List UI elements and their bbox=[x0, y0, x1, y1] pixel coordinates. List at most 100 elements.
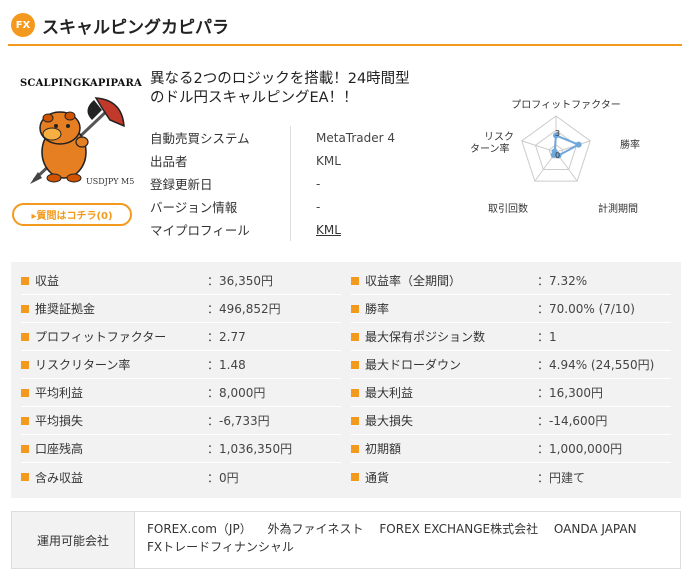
radar-grid bbox=[521, 115, 591, 182]
broker-name: FOREX EXCHANGE株式会社 bbox=[379, 522, 539, 536]
info-divider bbox=[290, 218, 291, 241]
stat-value: ：7.32% bbox=[537, 274, 588, 288]
stat-value: ：4.94% (24,550円) bbox=[537, 358, 655, 372]
info-row-seller: 出品者 KML bbox=[150, 149, 450, 172]
currency-pair-label: USDJPY M5 bbox=[86, 177, 135, 186]
stat-label: 通貨 bbox=[365, 470, 390, 485]
info-label: マイプロフィール bbox=[150, 223, 250, 238]
radar-label-risk-return-1: リスク bbox=[484, 131, 514, 143]
stat-label: 収益 bbox=[35, 274, 60, 288]
stat-row: 推奨証拠金 ：496,852円 bbox=[21, 295, 341, 323]
stat-value: ：1,036,350円 bbox=[207, 442, 293, 456]
stat-label: 最大ドローダウン bbox=[365, 358, 462, 372]
bullet-icon bbox=[351, 360, 359, 369]
stat-row: 勝率 ：70.00% (7/10) bbox=[351, 295, 671, 323]
info-value: - bbox=[316, 176, 321, 191]
fx-badge-icon: FX bbox=[11, 13, 35, 37]
info-divider bbox=[290, 172, 291, 195]
stat-row: プロフィットファクター ：2.77 bbox=[21, 323, 341, 351]
question-button[interactable]: ▸質問はコチラ(0) bbox=[12, 203, 132, 226]
stat-row: 含み収益 ：0円 bbox=[21, 463, 341, 491]
bullet-icon bbox=[351, 276, 359, 285]
info-label: 出品者 bbox=[150, 154, 188, 169]
product-logo-text: SCALPINGKAPIPARA bbox=[20, 78, 142, 89]
bullet-icon bbox=[21, 332, 29, 341]
info-value: MetaTrader 4 bbox=[316, 130, 396, 145]
bullet-icon bbox=[21, 360, 29, 369]
bullet-icon bbox=[21, 304, 29, 313]
stat-value: ：1.48 bbox=[207, 358, 246, 372]
stat-label: 勝率 bbox=[365, 302, 390, 316]
stats-column-left: 収益 ：36,350円 推奨証拠金 ：496,852円 プロフィットファクター ：2.… bbox=[21, 267, 341, 498]
capybara-mascot-icon bbox=[30, 97, 125, 184]
info-label: 自動売買システム bbox=[150, 131, 250, 146]
stat-row: 最大損失 ：-14,600円 bbox=[351, 407, 671, 435]
stat-value: ：円建て bbox=[537, 470, 586, 485]
stat-label: 推奨証拠金 bbox=[35, 302, 96, 316]
bullet-icon bbox=[351, 444, 359, 453]
stat-row: 最大ドローダウン ：4.94% (24,550円) bbox=[351, 351, 671, 379]
bullet-icon bbox=[351, 473, 359, 481]
stat-label: 平均利益 bbox=[35, 386, 84, 400]
info-divider bbox=[290, 149, 291, 172]
bullet-icon bbox=[351, 304, 359, 313]
profile-link[interactable]: KML bbox=[316, 223, 341, 237]
product-card: SCALPINGKAPIPARA USDJPY M5 ▸質問はコチラ(0) bbox=[12, 64, 142, 226]
stat-value: ：16,300円 bbox=[537, 386, 603, 400]
stat-value: ：496,852円 bbox=[207, 302, 281, 316]
page-header: FX スキャルピングカピパラ bbox=[8, 6, 682, 46]
info-divider bbox=[290, 126, 291, 149]
broker-name: OANDA JAPAN bbox=[553, 522, 637, 536]
bullet-icon bbox=[21, 473, 29, 481]
stat-value: ：36,350円 bbox=[207, 274, 273, 288]
stat-label: 含み収益 bbox=[35, 470, 84, 485]
radar-label-win-rate: 勝率 bbox=[620, 138, 640, 151]
info-divider bbox=[290, 195, 291, 218]
radar-chart: プロフィットファクター 勝率 計測期間 取引回数 リスク ターン率 3 0 bbox=[470, 99, 640, 215]
info-label: バージョン情報 bbox=[150, 200, 238, 215]
stat-label: 最大損失 bbox=[365, 414, 414, 428]
brokers-list: FOREX.com（JP） 外為ファイネスト FOREX EXCHANGE株式会… bbox=[135, 512, 649, 568]
broker-name: FOREX.com（JP） bbox=[147, 522, 252, 536]
bullet-icon bbox=[351, 416, 359, 425]
brokers-label: 運用可能会社 bbox=[12, 512, 135, 568]
stat-label: 平均損失 bbox=[35, 414, 84, 428]
stat-value: ：-14,600円 bbox=[537, 414, 608, 428]
stat-label: リスクリターン率 bbox=[35, 358, 131, 372]
stat-label: プロフィットファクター bbox=[35, 330, 167, 344]
stat-label: 口座残高 bbox=[35, 442, 84, 456]
bullet-icon bbox=[21, 276, 29, 285]
stats-column-right: 収益率（全期間） ：7.32% 勝率 ：70.00% (7/10) 最大保有ポジショ… bbox=[351, 267, 671, 498]
stat-row: 口座残高 ：1,036,350円 bbox=[21, 435, 341, 463]
info-row-profile: マイプロフィール KML bbox=[150, 218, 450, 241]
radar-label-profit-factor: プロフィットファクター bbox=[511, 99, 620, 111]
stat-value: ：1,000,000円 bbox=[537, 442, 623, 456]
bullet-icon bbox=[21, 444, 29, 453]
stat-row: 最大保有ポジション数 ：1 bbox=[351, 323, 671, 351]
stat-value: ：2.77 bbox=[207, 330, 246, 344]
stat-row: 平均利益 ：8,000円 bbox=[21, 379, 341, 407]
product-info-list: 自動売買システム MetaTrader 4 出品者 KML 登録更新日 - バー… bbox=[150, 126, 450, 241]
info-row-version: バージョン情報 - bbox=[150, 195, 450, 218]
stat-row: 初期額 ：1,000,000円 bbox=[351, 435, 671, 463]
radar-tick-3: 3 bbox=[555, 129, 560, 138]
info-label: 登録更新日 bbox=[150, 177, 213, 192]
stat-row: 収益 ：36,350円 bbox=[21, 267, 341, 295]
stat-label: 収益率（全期間） bbox=[365, 274, 462, 288]
radar-tick-0: 0 bbox=[555, 151, 560, 160]
brokers-line-1: FOREX.com（JP） 外為ファイネスト FOREX EXCHANGE株式会… bbox=[147, 520, 649, 538]
stat-value: ：0円 bbox=[207, 470, 239, 485]
supported-brokers: 運用可能会社 FOREX.com（JP） 外為ファイネスト FOREX EXCH… bbox=[11, 511, 681, 569]
broker-name: 外為ファイネスト bbox=[267, 522, 364, 536]
stat-value: ：1 bbox=[537, 330, 557, 344]
brokers-line-2: FXトレードフィナンシャル bbox=[147, 538, 649, 556]
info-value: - bbox=[316, 199, 321, 214]
bullet-icon bbox=[21, 388, 29, 397]
radar-label-period: 計測期間 bbox=[598, 202, 638, 215]
stat-value: ：-6,733円 bbox=[207, 414, 270, 428]
headline-line-2: のドル円スキャルピングEA！！ bbox=[150, 90, 358, 106]
info-value: KML bbox=[316, 153, 341, 168]
stat-label: 最大利益 bbox=[365, 386, 414, 400]
stat-row: リスクリターン率 ：1.48 bbox=[21, 351, 341, 379]
stat-row: 収益率（全期間） ：7.32% bbox=[351, 267, 671, 295]
